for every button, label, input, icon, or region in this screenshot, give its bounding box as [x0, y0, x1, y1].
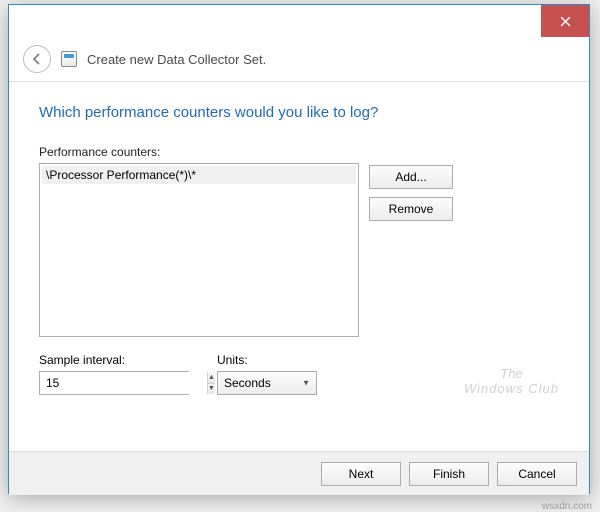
spinner-up-button[interactable]: ▲ [208, 372, 215, 384]
units-selected-value: Seconds [224, 376, 271, 390]
next-button[interactable]: Next [321, 462, 401, 486]
back-button[interactable] [23, 45, 51, 73]
wizard-title: Create new Data Collector Set. [87, 52, 266, 67]
spinner-down-button[interactable]: ▼ [208, 384, 215, 395]
units-label: Units: [217, 353, 317, 367]
sample-interval-spinner[interactable]: ▲ ▼ [39, 371, 189, 395]
wizard-footer: Next Finish Cancel [9, 451, 589, 495]
sample-interval-label: Sample interval: [39, 353, 189, 367]
remove-button[interactable]: Remove [369, 197, 453, 221]
source-attribution: wsxdn.com [542, 501, 592, 512]
titlebar [9, 5, 589, 37]
wizard-icon [61, 51, 77, 67]
add-button[interactable]: Add... [369, 165, 453, 189]
close-icon [560, 16, 571, 27]
page-prompt: Which performance counters would you lik… [39, 104, 559, 121]
performance-counters-list[interactable]: \Processor Performance(*)\* [39, 163, 359, 337]
chevron-down-icon: ▼ [302, 379, 310, 388]
list-item[interactable]: \Processor Performance(*)\* [42, 166, 356, 184]
finish-button[interactable]: Finish [409, 462, 489, 486]
back-arrow-icon [30, 52, 44, 66]
wizard-header: Create new Data Collector Set. [9, 37, 589, 81]
units-select[interactable]: Seconds ▼ [217, 371, 317, 395]
counters-label: Performance counters: [39, 145, 359, 159]
close-button[interactable] [541, 5, 589, 37]
wizard-window: Create new Data Collector Set. Which per… [8, 4, 590, 494]
cancel-button[interactable]: Cancel [497, 462, 577, 486]
sample-interval-input[interactable] [40, 372, 207, 394]
content-panel: Which performance counters would you lik… [9, 81, 589, 451]
